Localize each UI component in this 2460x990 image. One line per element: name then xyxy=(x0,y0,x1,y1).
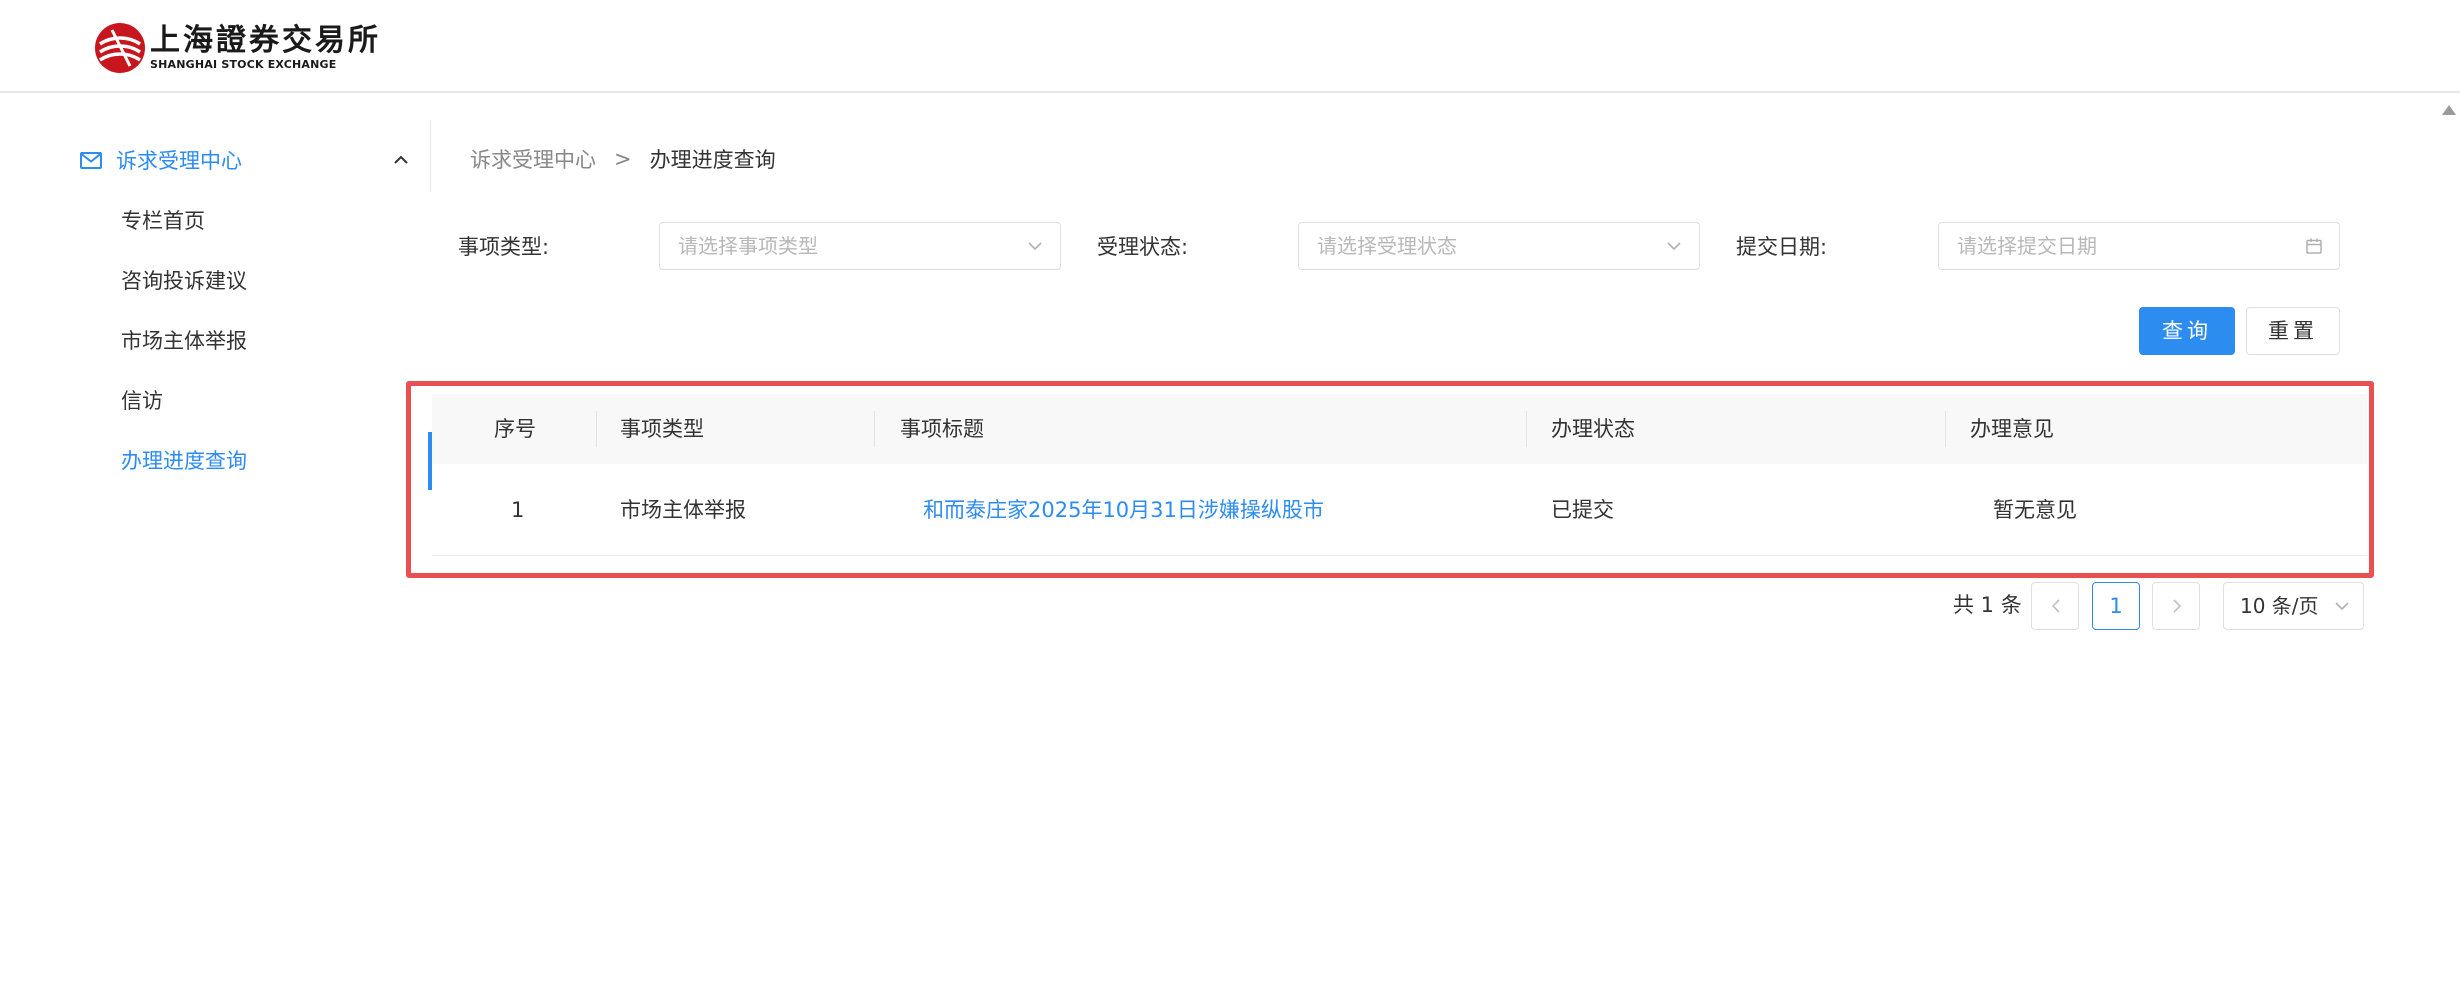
breadcrumb: 诉求受理中心 > 办理进度查询 xyxy=(470,144,776,174)
filter-label-status: 受理状态: xyxy=(1097,235,1189,259)
sidebar: 诉求受理中心 专栏首页 咨询投诉建议 市场主体举报 信访 办理进度查询 xyxy=(0,93,430,990)
page-size-select[interactable]: 10 条/页 xyxy=(2223,582,2364,630)
breadcrumb-current: 办理进度查询 xyxy=(649,148,776,172)
reset-button[interactable]: 重置 xyxy=(2246,307,2340,355)
sse-logo-icon xyxy=(95,23,145,73)
highlight-frame xyxy=(406,381,2374,578)
scroll-up-arrow-icon[interactable] xyxy=(2442,105,2456,115)
chevron-down-icon xyxy=(1028,242,1042,251)
pagination-next-button[interactable] xyxy=(2152,582,2200,630)
sse-logo[interactable]: 上海證券交易所 SHANGHAI STOCK EXCHANGE xyxy=(94,22,381,74)
chevron-left-icon xyxy=(2051,599,2060,613)
page-scrollbar[interactable] xyxy=(2440,93,2460,990)
sidebar-item-petition[interactable]: 信访 xyxy=(121,386,163,416)
sidebar-item-market-report[interactable]: 市场主体举报 xyxy=(121,326,247,356)
mail-icon xyxy=(80,151,102,169)
sidebar-item-column-home[interactable]: 专栏首页 xyxy=(121,206,205,236)
filter-label-type: 事项类型: xyxy=(458,235,550,259)
select-placeholder: 请选择受理状态 xyxy=(1317,234,1457,258)
logo-english-name: SHANGHAI STOCK EXCHANGE xyxy=(150,58,337,71)
pagination-total: 共 1 条 xyxy=(1953,593,2022,617)
select-matter-type[interactable]: 请选择事项类型 xyxy=(659,222,1061,270)
chevron-down-icon xyxy=(2335,602,2349,611)
select-accept-status[interactable]: 请选择受理状态 xyxy=(1298,222,1700,270)
date-placeholder: 请选择提交日期 xyxy=(1957,234,2097,258)
sidebar-divider xyxy=(430,120,431,192)
sidebar-group-label: 诉求受理中心 xyxy=(116,149,242,173)
chevron-up-icon[interactable] xyxy=(392,151,410,169)
breadcrumb-parent[interactable]: 诉求受理中心 xyxy=(470,144,596,174)
sidebar-group-appeal-center[interactable]: 诉求受理中心 xyxy=(80,137,410,183)
pagination-page-1[interactable]: 1 xyxy=(2092,582,2140,630)
select-placeholder: 请选择事项类型 xyxy=(678,234,818,258)
sidebar-item-consult-complaint[interactable]: 咨询投诉建议 xyxy=(121,266,247,296)
logo-chinese-name: 上海證券交易所 xyxy=(150,23,381,58)
page-size-value: 10 条/页 xyxy=(2240,594,2319,618)
search-button[interactable]: 查询 xyxy=(2139,307,2235,355)
site-header: 上海證券交易所 SHANGHAI STOCK EXCHANGE xyxy=(0,0,2460,93)
filter-label-date: 提交日期: xyxy=(1736,235,1828,259)
date-picker-submit[interactable]: 请选择提交日期 xyxy=(1938,222,2340,270)
sidebar-item-progress-query[interactable]: 办理进度查询 xyxy=(121,446,247,476)
breadcrumb-separator: > xyxy=(614,147,632,171)
chevron-right-icon xyxy=(2173,599,2182,613)
pagination-prev-button[interactable] xyxy=(2031,582,2079,630)
calendar-icon xyxy=(2306,238,2322,254)
chevron-down-icon xyxy=(1667,242,1681,251)
